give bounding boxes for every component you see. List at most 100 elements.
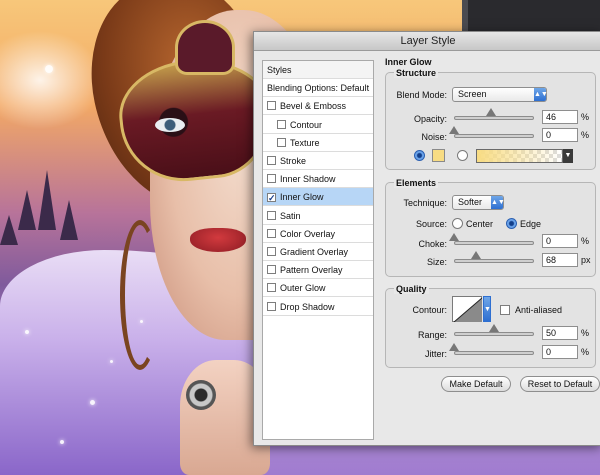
styles-list-item[interactable]: ✓ Inner Glow [263, 188, 373, 207]
styles-list-item[interactable]: Pattern Overlay [263, 261, 373, 280]
choke-slider-thumb[interactable] [449, 233, 459, 241]
checkbox[interactable] [267, 283, 276, 293]
noise-slider-track[interactable] [454, 134, 534, 138]
lips [190, 228, 246, 252]
checkbox[interactable] [267, 301, 276, 311]
jitter-slider-track[interactable] [454, 351, 534, 355]
styles-list-item[interactable]: Gradient Overlay [263, 243, 373, 261]
styles-list-item-label: Outer Glow [280, 283, 326, 294]
styles-list-item[interactable]: Satin [263, 207, 373, 225]
checkbox[interactable] [277, 137, 286, 147]
choke-slider-track[interactable] [454, 241, 534, 245]
styles-list-item[interactable]: Blending Options: Default [263, 79, 373, 98]
opacity-label: Opacity: [413, 114, 447, 124]
noise-input[interactable]: 0 [542, 128, 578, 142]
contour-preview[interactable] [452, 296, 482, 322]
styles-list-item-label: Contour [290, 119, 323, 130]
color-mode-radio[interactable] [414, 150, 425, 161]
checkbox[interactable] [267, 247, 276, 256]
checkbox[interactable] [267, 156, 276, 165]
styles-list-item-label: Drop Shadow [280, 301, 335, 312]
choke-label: Choke: [418, 239, 447, 249]
source-label: Source: [415, 219, 447, 229]
styles-list-item[interactable]: Stroke [263, 152, 373, 170]
styles-list-item[interactable]: Color Overlay [263, 225, 373, 243]
source-edge-label: Edge [520, 219, 542, 229]
opacity-unit: % [581, 112, 590, 122]
anti-aliased-label: Anti-aliased [515, 305, 563, 315]
styles-list-item[interactable]: Contour [263, 116, 373, 134]
tree-shape [38, 170, 56, 230]
gradient-mode-radio[interactable] [457, 150, 468, 161]
styles-list-item[interactable]: Bevel & Emboss [263, 97, 373, 116]
styles-list-item-label: Texture [290, 137, 320, 148]
checkbox[interactable] [267, 210, 276, 220]
styles-list-item[interactable]: Drop Shadow [263, 298, 373, 316]
jitter-input[interactable]: 0 [542, 345, 578, 359]
anti-aliased-checkbox[interactable] [500, 305, 510, 315]
eye [155, 118, 185, 132]
size-unit: px [581, 255, 591, 265]
styles-list-item[interactable]: Inner Shadow [263, 170, 373, 189]
styles-list-item-label: Gradient Overlay [280, 247, 349, 257]
jitter-unit: % [581, 347, 590, 357]
structure-label: Structure [394, 68, 439, 78]
choke-input[interactable]: 0 [542, 234, 578, 248]
noise-slider-thumb[interactable] [449, 126, 459, 134]
noise-unit: % [581, 130, 590, 140]
opacity-slider-track[interactable] [454, 116, 534, 120]
make-default-button[interactable]: Make Default [441, 376, 511, 392]
styles-list-item-label: Color Overlay [280, 228, 336, 239]
dialog-title: Layer Style [254, 32, 600, 51]
noise-label: Noise: [421, 132, 447, 142]
sparkle [45, 65, 53, 73]
styles-list-item[interactable]: Texture [263, 134, 373, 152]
opacity-slider-thumb[interactable] [485, 108, 496, 116]
technique-label: Technique: [403, 198, 447, 208]
range-slider-track[interactable] [454, 332, 534, 336]
glow-gradient-picker[interactable] [476, 149, 563, 163]
opacity-input[interactable]: 46 [542, 110, 578, 124]
range-input[interactable]: 50 [542, 326, 578, 340]
size-input[interactable]: 68 [542, 253, 578, 267]
glow-color-swatch[interactable] [432, 149, 445, 162]
styles-list-item[interactable]: Outer Glow [263, 279, 373, 298]
checkbox[interactable] [267, 228, 276, 238]
size-label: Size: [426, 257, 447, 267]
tree-shape [0, 215, 18, 245]
checkbox[interactable] [267, 265, 276, 275]
technique-select[interactable]: Softer ▲▼ [452, 195, 505, 210]
size-slider-thumb[interactable] [470, 251, 481, 259]
blend-mode-value: Screen [458, 89, 487, 99]
source-edge-radio[interactable] [506, 218, 517, 229]
chevron-down-icon[interactable]: ▼ [563, 149, 573, 163]
blend-mode-select[interactable]: Screen ▲▼ [452, 87, 548, 102]
technique-value: Softer [458, 197, 483, 207]
sparkle [110, 360, 113, 363]
contour-label: Contour: [412, 305, 447, 315]
size-slider-track[interactable] [454, 259, 534, 263]
styles-list-item-label: Satin [280, 210, 301, 221]
styles-list-item-label: Styles [267, 65, 292, 75]
sparkle [60, 440, 64, 444]
styles-list: Styles Blending Options: Default Bevel & E… [262, 60, 374, 440]
chevron-down-icon[interactable]: ▼ [483, 296, 491, 322]
source-center-radio[interactable] [452, 218, 463, 229]
chevron-updown-icon: ▲▼ [491, 196, 505, 209]
range-slider-thumb[interactable] [489, 324, 499, 332]
elements-label: Elements [394, 178, 439, 188]
jitter-slider-thumb[interactable] [449, 343, 459, 351]
sparkle [140, 320, 143, 323]
checkbox[interactable] [267, 101, 276, 111]
styles-list-item-label: Blending Options: Default [267, 83, 370, 94]
contour-curve-icon [454, 298, 482, 322]
chevron-updown-icon: ▲▼ [534, 88, 548, 101]
source-center-label: Center [466, 219, 494, 229]
reset-to-default-button[interactable]: Reset to Default [520, 376, 600, 392]
checkbox[interactable] [267, 174, 276, 184]
checkmark-icon[interactable]: ✓ [267, 193, 276, 203]
blend-mode-label: Blend Mode: [396, 90, 447, 100]
checkbox[interactable] [277, 119, 286, 129]
styles-list-item-label: Bevel & Emboss [280, 101, 347, 112]
range-unit: % [581, 328, 590, 338]
